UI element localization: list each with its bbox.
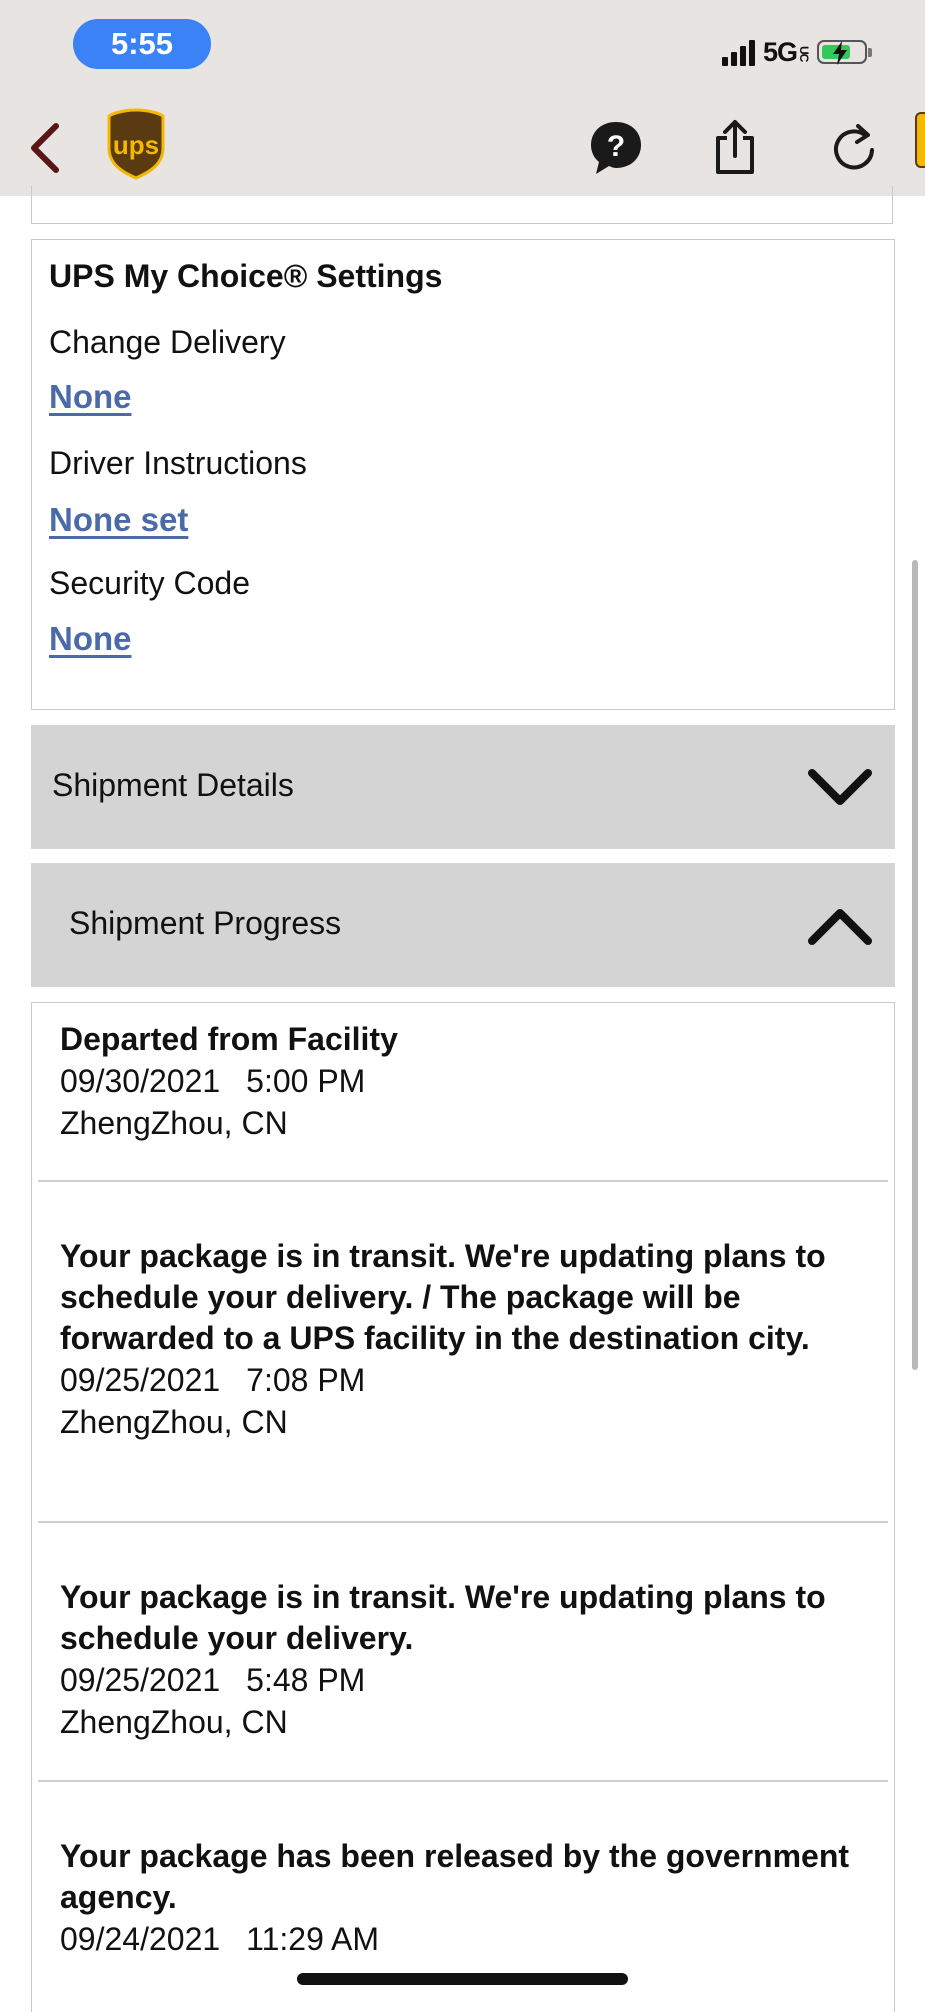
progress-event: Your package has been released by the go… (60, 1836, 860, 1960)
signal-icon (721, 38, 755, 66)
security-code-link[interactable]: None (49, 620, 132, 658)
event-location: ZhengZhou, CN (60, 1404, 288, 1440)
home-indicator[interactable] (297, 1973, 628, 1985)
driver-instructions-link[interactable]: None set (49, 501, 188, 539)
status-icons: 5GUC (721, 34, 872, 70)
network-type: 5GUC (762, 36, 811, 67)
question-bubble-icon: ? (591, 122, 641, 174)
back-button[interactable] (26, 122, 66, 174)
shipment-details-accordion[interactable]: Shipment Details (31, 725, 895, 849)
event-divider (38, 1180, 888, 1182)
progress-event: Your package is in transit. We're updati… (60, 1577, 860, 1743)
event-datetime: 09/25/2021 5:48 PM (60, 1662, 366, 1698)
shipment-details-label: Shipment Details (52, 767, 294, 803)
event-location: ZhengZhou, CN (60, 1704, 288, 1740)
battery-icon (817, 40, 872, 65)
ups-logo: ups (106, 108, 166, 180)
driver-instructions-label: Driver Instructions (49, 445, 307, 481)
reload-button[interactable] (832, 118, 878, 174)
event-location: ZhengZhou, CN (60, 1105, 288, 1141)
shipment-progress-list: Departed from Facility 09/30/2021 5:00 PM… (31, 1002, 895, 2012)
change-delivery-label: Change Delivery (49, 324, 286, 360)
progress-event: Your package is in transit. We're updati… (60, 1236, 860, 1443)
event-description: Your package is in transit. We're updati… (60, 1238, 826, 1356)
event-divider (38, 1780, 888, 1782)
event-description: Your package has been released by the go… (60, 1838, 850, 1915)
security-code-label: Security Code (49, 565, 250, 601)
reload-icon (834, 124, 874, 170)
share-icon (716, 120, 754, 174)
my-choice-settings-card: UPS My Choice® Settings Change Delivery … (31, 239, 895, 710)
my-choice-title: UPS My Choice® Settings (49, 258, 443, 294)
event-datetime: 09/24/2021 11:29 AM (60, 1921, 379, 1957)
overflow-logo-icon (915, 112, 925, 168)
event-datetime: 09/25/2021 7:08 PM (60, 1362, 366, 1398)
progress-event: Departed from Facility 09/30/2021 5:00 PM… (60, 1019, 860, 1144)
shipment-progress-label: Shipment Progress (69, 905, 342, 941)
shipment-progress-accordion[interactable]: Shipment Progress (31, 863, 895, 987)
svg-text:ups: ups (113, 130, 159, 160)
event-datetime: 09/30/2021 5:00 PM (60, 1063, 366, 1099)
event-description: Departed from Facility (60, 1021, 398, 1057)
top-bar: 5:55 5GUC ups ? (0, 0, 925, 196)
chevron-left-icon (31, 123, 59, 173)
event-divider (38, 1521, 888, 1523)
event-description: Your package is in transit. We're updati… (60, 1579, 826, 1656)
change-delivery-link[interactable]: None (49, 378, 132, 416)
share-button[interactable] (712, 118, 758, 176)
help-button[interactable]: ? (588, 118, 644, 178)
status-time: 5:55 (73, 19, 211, 69)
svg-text:?: ? (607, 130, 625, 163)
chevron-down-icon (808, 769, 872, 805)
previous-card-edge (31, 186, 893, 224)
scrollbar[interactable] (912, 560, 918, 1370)
chevron-up-icon (808, 909, 872, 945)
